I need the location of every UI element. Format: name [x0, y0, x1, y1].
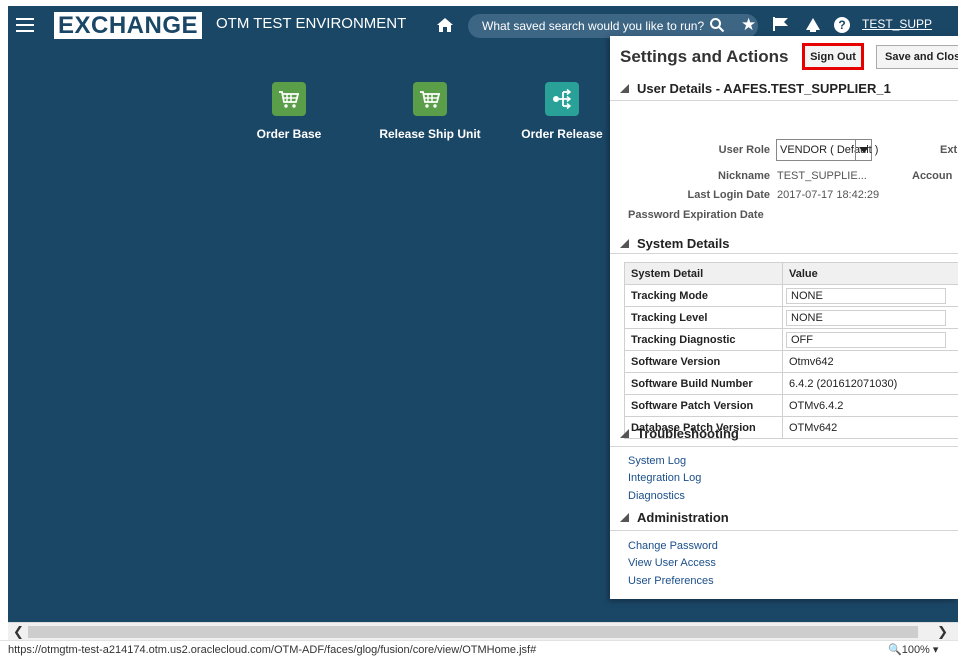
settings-panel: Settings and Actions Sign Out Save and C… [610, 36, 958, 599]
integration-log-link[interactable]: Integration Log [628, 472, 701, 484]
nickname-value: TEST_SUPPLIE... [777, 170, 867, 182]
section-title: User Details - AAFES.TEST_SUPPLIER_1 [637, 81, 891, 96]
tile-label: Order Base [256, 127, 322, 141]
nickname-label: Nickname [718, 170, 770, 182]
table-cell-value: OFF [786, 331, 946, 348]
table-cell-key: Software Build Number [624, 372, 783, 395]
zoom-level[interactable]: 🔍100% ▾ [888, 641, 938, 659]
zoom-icon: 🔍 [888, 644, 902, 656]
column-header: System Detail [624, 262, 783, 285]
collapse-triangle-icon [620, 239, 629, 249]
user-role-select[interactable]: VENDOR ( Default ) [776, 139, 878, 161]
notifications-icon[interactable] [804, 16, 822, 34]
user-preferences-link[interactable]: User Preferences [628, 575, 714, 587]
save-and-close-button[interactable]: Save and Close [876, 45, 958, 69]
sign-out-button[interactable]: Sign Out [802, 43, 864, 70]
last-login-label: Last Login Date [687, 189, 770, 201]
help-icon[interactable]: ? [834, 17, 850, 33]
app-window: EXCHANGE OTM TEST ENVIRONMENT What saved… [8, 6, 958, 622]
environment-title: OTM TEST ENVIRONMENT [216, 15, 407, 32]
scrollbar-thumb[interactable] [28, 626, 918, 638]
panel-title: Settings and Actions [620, 47, 789, 66]
table-cell-value: OTMv642 [782, 416, 958, 439]
table-cell-value: Otmv642 [782, 350, 958, 373]
account-label: Accoun [912, 170, 953, 182]
section-title: System Details [637, 236, 730, 251]
table-row: Tracking Mode NONE [624, 284, 958, 307]
horizontal-scrollbar[interactable]: ❮ ❯ [8, 622, 958, 640]
system-log-link[interactable]: System Log [628, 455, 686, 467]
tracking-level-field[interactable]: NONE [782, 306, 958, 329]
password-expiration-label: Password Expiration Date [628, 209, 764, 221]
shopping-cart-icon [413, 82, 447, 116]
user-menu-link[interactable]: TEST_SUPP [862, 17, 932, 31]
collapse-triangle-icon [620, 84, 629, 94]
tile-order-base[interactable]: Order Base [224, 82, 354, 141]
table-cell-key: Software Patch Version [624, 394, 783, 417]
table-cell-key: Tracking Diagnostic [624, 328, 783, 351]
administration-header[interactable]: Administration [620, 510, 729, 525]
user-role-label: User Role [718, 144, 770, 156]
table-cell-value: OTMv6.4.2 [782, 394, 958, 417]
diagnostics-link[interactable]: Diagnostics [628, 490, 685, 502]
table-cell-key: Software Version [624, 350, 783, 373]
collapse-triangle-icon [620, 429, 629, 439]
shopping-cart-icon [272, 82, 306, 116]
tracking-mode-field[interactable]: NONE [782, 284, 958, 307]
user-details-header[interactable]: User Details - AAFES.TEST_SUPPLIER_1 [620, 81, 891, 96]
tile-order-release[interactable]: Order Release [497, 82, 627, 141]
divider [610, 530, 958, 531]
table-cell-value: NONE [786, 309, 946, 326]
system-details-table: System Detail Value Tracking Mode NONE T… [624, 262, 958, 439]
last-login-value: 2017-07-17 18:42:29 [777, 189, 880, 201]
zoom-value: 100% [901, 644, 930, 656]
table-cell-value: NONE [786, 287, 946, 304]
tile-label: Release Ship Unit [379, 127, 481, 141]
tile-label: Order Release [521, 127, 603, 141]
favorites-star-icon[interactable]: ★ [741, 16, 756, 33]
divider [610, 253, 958, 254]
section-title: Troubleshooting [637, 426, 739, 441]
table-row: Software Patch Version OTMv6.4.2 [624, 394, 958, 417]
divider [610, 100, 958, 101]
flag-icon[interactable] [772, 16, 790, 32]
table-cell-value: 6.4.2 (201612071030) [782, 372, 958, 395]
scroll-left-icon[interactable]: ❮ [13, 623, 24, 641]
table-cell-key: Tracking Level [624, 306, 783, 329]
browser-status-bar: https://otmgtm-test-a214174.otm.us2.orac… [0, 640, 958, 659]
menu-icon[interactable] [16, 18, 34, 32]
exchange-logo[interactable]: EXCHANGE [54, 11, 203, 40]
table-row: Software Version Otmv642 [624, 350, 958, 373]
search-icon[interactable] [709, 17, 725, 33]
divider [610, 446, 958, 447]
chevron-down-icon[interactable] [855, 140, 871, 160]
collapse-triangle-icon [620, 513, 629, 523]
home-icon[interactable] [436, 16, 454, 34]
table-row: Tracking Diagnostic OFF [624, 328, 958, 351]
tile-release-ship-unit[interactable]: Release Ship Unit [365, 82, 495, 141]
table-header-row: System Detail Value [624, 262, 958, 285]
table-row: Software Build Number 6.4.2 (20161207103… [624, 372, 958, 395]
section-title: Administration [637, 510, 729, 525]
scroll-right-icon[interactable]: ❯ [937, 623, 948, 641]
view-user-access-link[interactable]: View User Access [628, 557, 716, 569]
ext-label: Ext [940, 144, 958, 156]
change-password-link[interactable]: Change Password [628, 540, 718, 552]
tracking-diagnostic-field[interactable]: OFF [782, 328, 958, 351]
status-url: https://otmgtm-test-a214174.otm.us2.orac… [8, 644, 537, 656]
column-header: Value [782, 262, 958, 285]
logo-text: EXCHANGE [54, 12, 203, 39]
troubleshooting-header[interactable]: Troubleshooting [620, 426, 739, 441]
share-icon [545, 82, 579, 116]
system-details-header[interactable]: System Details [620, 236, 730, 251]
table-cell-key: Tracking Mode [624, 284, 783, 307]
table-row: Tracking Level NONE [624, 306, 958, 329]
